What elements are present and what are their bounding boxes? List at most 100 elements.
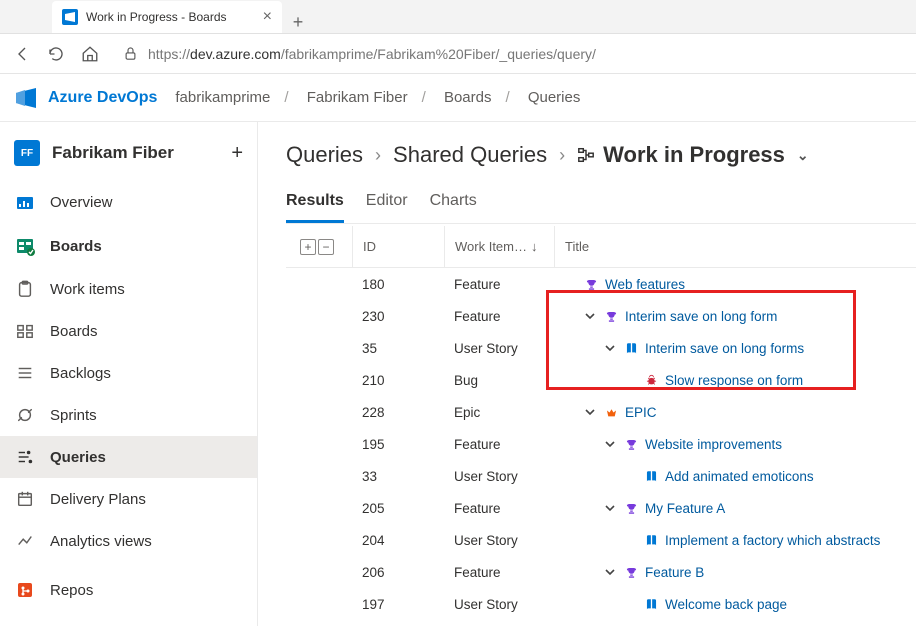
chevron-right-icon: › [375,145,381,166]
refresh-icon[interactable] [46,44,66,64]
work-item-link[interactable]: My Feature A [645,501,725,516]
bc-root[interactable]: Queries [286,142,363,168]
tab-results[interactable]: Results [286,184,344,223]
sidebar-item-boards[interactable]: Boards [0,310,257,352]
add-icon[interactable]: + [231,142,243,165]
cell-type: User Story [444,597,554,612]
table-row[interactable]: 180FeatureWeb features [286,268,916,300]
bc-folder[interactable]: Shared Queries [393,142,547,168]
table-row[interactable]: 204User StoryImplement a factory which a… [286,524,916,556]
boards-sub-icon [14,320,36,342]
sidebar-item-label: Backlogs [50,365,111,382]
sidebar-item-label: Analytics views [50,533,152,550]
cell-title: Interim save on long forms [554,341,916,356]
tab-editor[interactable]: Editor [366,184,408,223]
bug-icon [644,374,658,387]
work-item-link[interactable]: Web features [605,277,685,292]
sidebar-item-sprints[interactable]: Sprints [0,394,257,436]
sidebar-item-label: Delivery Plans [50,491,146,508]
back-icon[interactable] [12,44,32,64]
product-name[interactable]: Azure DevOps [48,89,157,107]
cell-title: Welcome back page [554,597,916,612]
sidebar: FF Fabrikam Fiber + Overview Boards Work… [0,122,258,626]
work-item-link[interactable]: Feature B [645,565,704,580]
bc-current[interactable]: Work in Progress ⌄ [577,142,809,168]
work-item-link[interactable]: Welcome back page [665,597,787,612]
browser-tab[interactable]: Work in Progress - Boards × [52,1,282,33]
sidebar-item-label: Repos [50,582,93,599]
sidebar-item-analytics[interactable]: Analytics views [0,520,257,562]
chevron-down-icon[interactable] [604,343,616,353]
crumb-service[interactable]: Boards [436,89,500,106]
cell-type: Feature [444,277,554,292]
sidebar-item-delivery-plans[interactable]: Delivery Plans [0,478,257,520]
sidebar-item-queries[interactable]: Queries [0,436,257,478]
address-bar[interactable]: https://dev.azure.com/fabrikamprime/Fabr… [148,46,596,62]
boards-icon [14,235,36,257]
project-header[interactable]: FF Fabrikam Fiber + [0,130,257,180]
col-type-label: Work Item… [455,239,527,254]
work-item-link[interactable]: EPIC [625,405,657,420]
sidebar-item-overview[interactable]: Overview [0,180,257,224]
table-row[interactable]: 205FeatureMy Feature A [286,492,916,524]
chevron-right-icon: › [559,145,565,166]
analytics-icon [14,530,36,552]
col-id[interactable]: ID [352,226,444,267]
trophy-icon [624,438,638,451]
bc-current-label: Work in Progress [603,142,785,168]
chevron-down-icon: ⌄ [797,147,809,164]
azure-devops-logo-icon[interactable] [14,86,38,110]
chevron-down-icon[interactable] [604,439,616,449]
chevron-down-icon[interactable] [604,503,616,513]
cell-type: Feature [444,309,554,324]
table-row[interactable]: 230FeatureInterim save on long form [286,300,916,332]
tab-close-icon[interactable]: × [263,8,272,26]
work-item-link[interactable]: Implement a factory which abstracts [665,533,880,548]
sidebar-item-label: Boards [50,323,98,340]
trophy-icon [624,502,638,515]
chevron-down-icon[interactable] [584,311,596,321]
cell-title: Web features [554,277,916,292]
cell-id: 228 [352,405,444,420]
col-type[interactable]: Work Item… ↓ [444,226,554,267]
cell-title: My Feature A [554,501,916,516]
work-item-link[interactable]: Website improvements [645,437,782,452]
cell-title: Slow response on form [554,373,916,388]
overview-icon [14,191,36,213]
expand-all-button[interactable]: + [300,239,316,255]
work-item-link[interactable]: Interim save on long form [625,309,777,324]
chevron-down-icon[interactable] [604,567,616,577]
query-breadcrumb: Queries › Shared Queries › Work in Progr… [286,142,916,168]
col-title[interactable]: Title [554,226,916,267]
cell-type: Feature [444,501,554,516]
home-icon[interactable] [80,44,100,64]
trophy-icon [604,310,618,323]
table-row[interactable]: 210BugSlow response on form [286,364,916,396]
chevron-down-icon[interactable] [584,407,596,417]
table-row[interactable]: 35User StoryInterim save on long forms [286,332,916,364]
collapse-all-button[interactable]: − [318,239,334,255]
cell-id: 210 [352,373,444,388]
table-row[interactable]: 33User StoryAdd animated emoticons [286,460,916,492]
sidebar-item-boards-top[interactable]: Boards [0,224,257,268]
sidebar-item-repos[interactable]: Repos [0,568,257,612]
project-name: Fabrikam Fiber [52,143,219,163]
work-item-link[interactable]: Interim save on long forms [645,341,804,356]
grid-header: + − ID Work Item… ↓ Title [286,226,916,268]
crumb-page[interactable]: Queries [520,89,589,106]
table-row[interactable]: 197User StoryWelcome back page [286,588,916,620]
new-tab-button[interactable]: + [282,12,314,33]
crumb-org[interactable]: fabrikamprime [167,89,278,106]
work-items-icon [14,278,36,300]
book-icon [644,598,658,611]
table-row[interactable]: 206FeatureFeature B [286,556,916,588]
crumb-project[interactable]: Fabrikam Fiber [299,89,416,106]
sidebar-item-work-items[interactable]: Work items [0,268,257,310]
sidebar-item-backlogs[interactable]: Backlogs [0,352,257,394]
work-item-link[interactable]: Add animated emoticons [665,469,814,484]
tab-charts[interactable]: Charts [430,184,477,223]
table-row[interactable]: 228EpicEPIC [286,396,916,428]
table-row[interactable]: 195FeatureWebsite improvements [286,428,916,460]
work-item-link[interactable]: Slow response on form [665,373,803,388]
cell-title: Implement a factory which abstracts [554,533,916,548]
